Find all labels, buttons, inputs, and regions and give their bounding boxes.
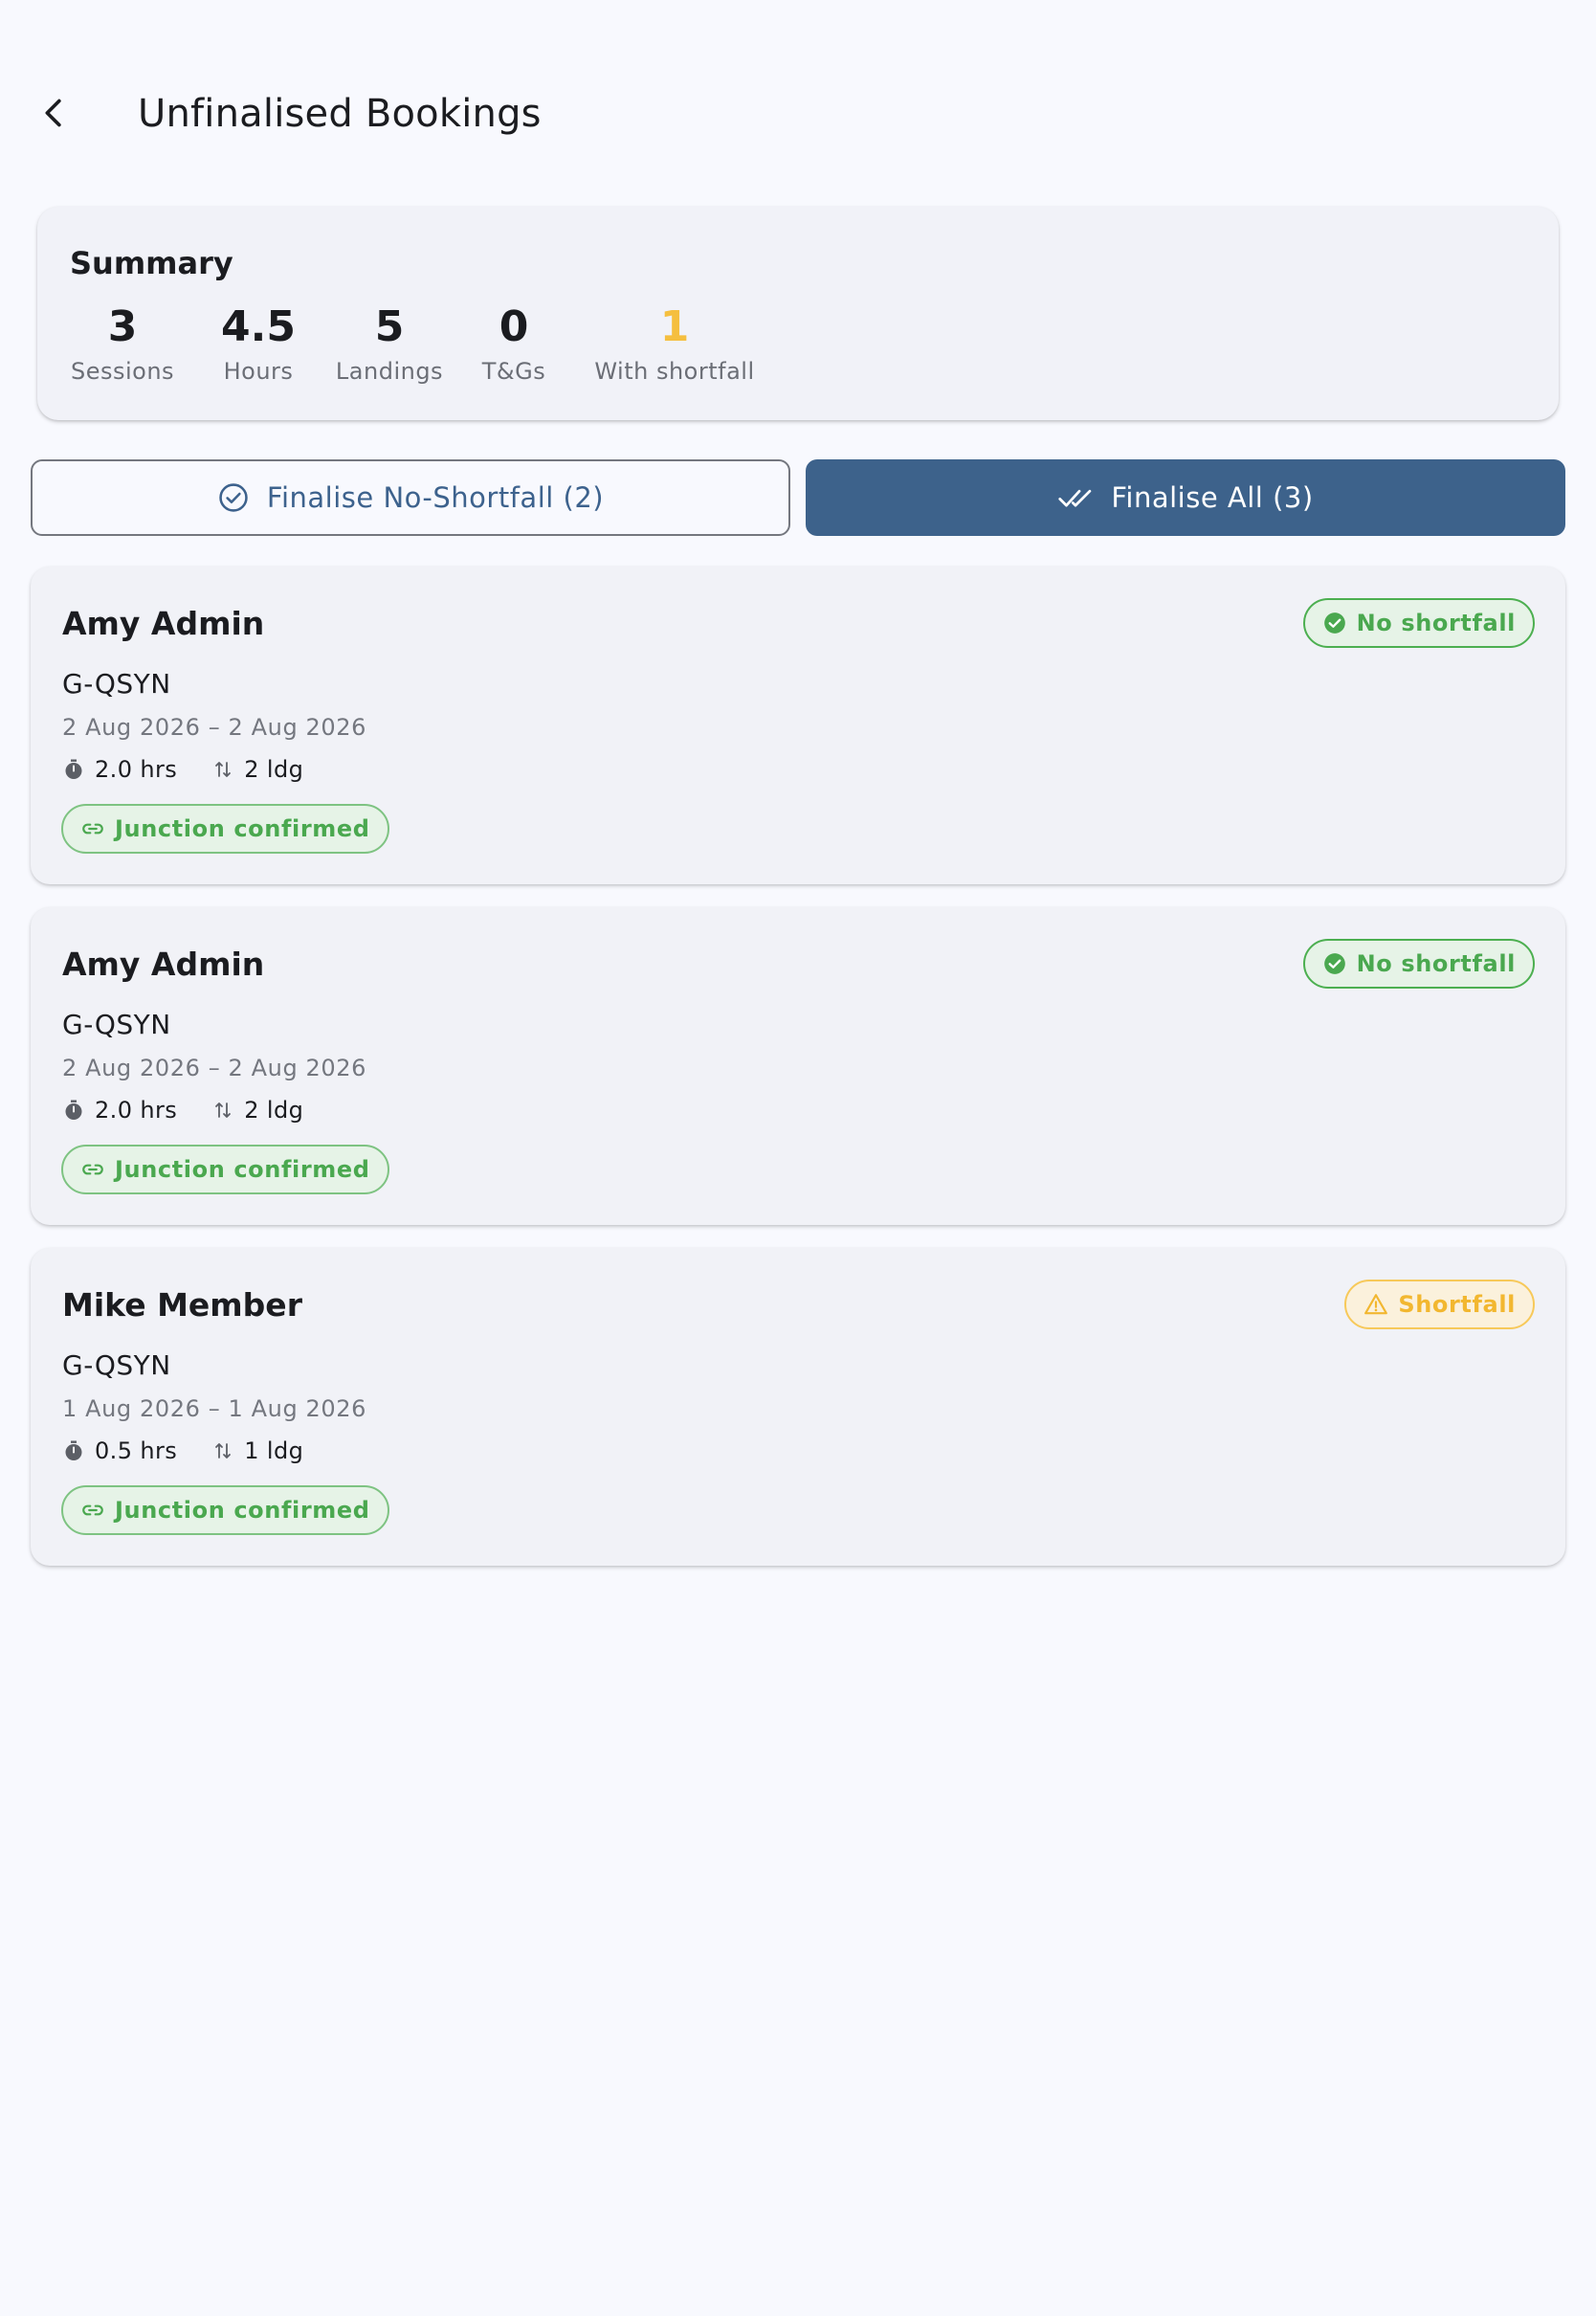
aircraft-registration: G-QSYN bbox=[62, 1349, 171, 1381]
booking-dates: 2 Aug 2026 – 2 Aug 2026 bbox=[62, 1055, 366, 1081]
stat-label: Sessions bbox=[70, 358, 175, 386]
summary-title: Summary bbox=[70, 245, 233, 281]
finalise-no-shortfall-label: Finalise No-Shortfall (2) bbox=[266, 481, 605, 514]
stat-sessions: 3 Sessions bbox=[70, 302, 175, 386]
junction-chip: Junction confirmed bbox=[61, 1485, 389, 1535]
landings-value: 2 ldg bbox=[244, 1097, 304, 1124]
member-name: Amy Admin bbox=[62, 946, 265, 983]
booking-meta: 2.0 hrs 2 ldg bbox=[62, 756, 338, 783]
landings-item: 1 ldg bbox=[211, 1437, 303, 1464]
aircraft-registration: G-QSYN bbox=[62, 1009, 171, 1040]
link-icon bbox=[82, 1504, 103, 1516]
aircraft-registration: G-QSYN bbox=[62, 668, 171, 700]
landings-item: 2 ldg bbox=[211, 1097, 303, 1124]
status-badge: Shortfall bbox=[1344, 1280, 1535, 1329]
member-name: Amy Admin bbox=[62, 605, 265, 642]
stat-value: 1 bbox=[659, 302, 690, 351]
stat-landings: 5 Landings bbox=[330, 302, 449, 386]
swap-vert-icon bbox=[215, 762, 232, 777]
booking-meta: 2.0 hrs 2 ldg bbox=[62, 1097, 338, 1124]
booking-dates: 1 Aug 2026 – 1 Aug 2026 bbox=[62, 1395, 366, 1422]
done-all-icon bbox=[1058, 489, 1092, 507]
landings-value: 1 ldg bbox=[244, 1437, 304, 1464]
warning-triangle-icon bbox=[1364, 1294, 1388, 1315]
finalise-all-button[interactable]: Finalise All (3) bbox=[806, 459, 1565, 536]
link-icon bbox=[82, 1164, 103, 1175]
page-title: Unfinalised Bookings bbox=[138, 92, 542, 136]
junction-label: Junction confirmed bbox=[115, 815, 370, 842]
booking-meta: 0.5 hrs 1 ldg bbox=[62, 1437, 338, 1464]
stat-hours: 4.5 Hours bbox=[212, 302, 304, 386]
landings-item: 2 ldg bbox=[211, 756, 303, 783]
landings-value: 2 ldg bbox=[244, 756, 304, 783]
timer-icon bbox=[65, 759, 82, 779]
back-button[interactable] bbox=[27, 86, 80, 140]
stat-with-shortfall: 1 With shortfall bbox=[579, 302, 770, 386]
stat-label: Landings bbox=[335, 358, 444, 386]
stat-label: T&Gs bbox=[481, 358, 546, 386]
arrow-back-icon bbox=[45, 99, 61, 127]
status-label: Shortfall bbox=[1398, 1291, 1516, 1318]
check-circle-icon bbox=[1323, 612, 1345, 634]
timer-icon bbox=[65, 1440, 82, 1460]
booking-card[interactable]: Amy Admin No shortfall G-QSYN 2 Aug 2026… bbox=[31, 567, 1565, 884]
check-circle-outline-icon bbox=[219, 483, 248, 512]
timer-icon bbox=[65, 1100, 82, 1120]
stat-value: 4.5 bbox=[221, 302, 296, 351]
junction-label: Junction confirmed bbox=[115, 1497, 370, 1524]
stat-label: With shortfall bbox=[594, 358, 755, 386]
stat-value: 3 bbox=[107, 302, 138, 351]
status-label: No shortfall bbox=[1356, 950, 1516, 977]
status-label: No shortfall bbox=[1356, 610, 1516, 636]
swap-vert-icon bbox=[215, 1102, 232, 1118]
stat-label: Hours bbox=[223, 358, 294, 386]
app-bar: Unfinalised Bookings bbox=[0, 0, 1596, 230]
member-name: Mike Member bbox=[62, 1286, 302, 1324]
swap-vert-icon bbox=[215, 1443, 232, 1459]
summary-card: Summary 3 Sessions 4.5 Hours 5 Landings … bbox=[37, 207, 1559, 420]
junction-label: Junction confirmed bbox=[115, 1156, 370, 1183]
junction-chip: Junction confirmed bbox=[61, 804, 389, 854]
junction-chip: Junction confirmed bbox=[61, 1145, 389, 1194]
hours-value: 2.0 hrs bbox=[95, 1097, 178, 1124]
status-badge: No shortfall bbox=[1302, 598, 1535, 648]
hours-item: 2.0 hrs bbox=[62, 756, 177, 783]
stat-value: 0 bbox=[499, 302, 529, 351]
hours-item: 2.0 hrs bbox=[62, 1097, 177, 1124]
hours-item: 0.5 hrs bbox=[62, 1437, 177, 1464]
finalise-all-label: Finalise All (3) bbox=[1111, 481, 1314, 514]
check-circle-icon bbox=[1323, 953, 1345, 974]
booking-card[interactable]: Mike Member Shortfall G-QSYN 1 Aug 2026 … bbox=[31, 1248, 1565, 1566]
booking-dates: 2 Aug 2026 – 2 Aug 2026 bbox=[62, 714, 366, 741]
hours-value: 0.5 hrs bbox=[95, 1437, 178, 1464]
stat-value: 5 bbox=[374, 302, 405, 351]
stat-tgs: 0 T&Gs bbox=[476, 302, 552, 386]
booking-card[interactable]: Amy Admin No shortfall G-QSYN 2 Aug 2026… bbox=[31, 907, 1565, 1225]
link-icon bbox=[82, 823, 103, 835]
finalise-no-shortfall-button[interactable]: Finalise No-Shortfall (2) bbox=[31, 459, 790, 536]
status-badge: No shortfall bbox=[1302, 939, 1535, 989]
hours-value: 2.0 hrs bbox=[95, 756, 178, 783]
